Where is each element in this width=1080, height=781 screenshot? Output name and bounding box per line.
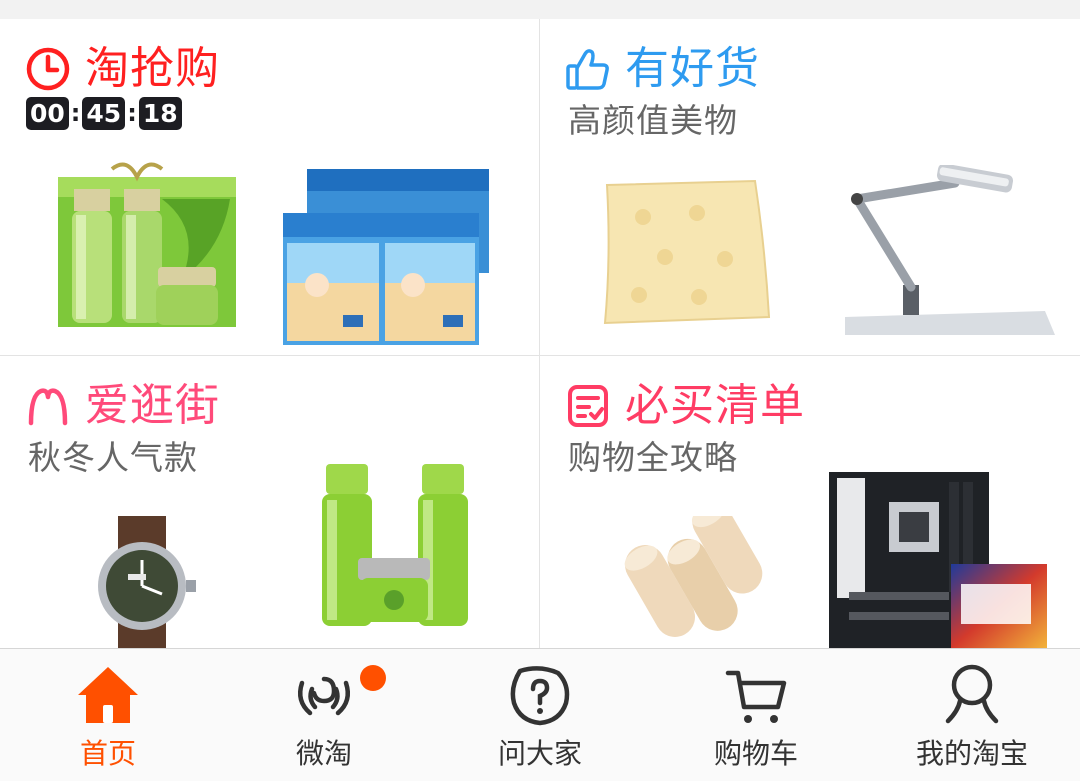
- product-image-watch[interactable]: [86, 516, 200, 648]
- tab-my-taobao[interactable]: 我的淘宝: [864, 649, 1080, 781]
- tab-my-taobao-label: 我的淘宝: [915, 737, 1028, 770]
- grid-divider-horizontal: [0, 355, 1080, 356]
- product-image-motherboard[interactable]: [829, 472, 1057, 648]
- cart-icon: [725, 670, 787, 723]
- countdown-separator: :: [70, 99, 81, 127]
- tab-cart[interactable]: 购物车: [648, 649, 864, 781]
- product-image-skincare-bottles[interactable]: [318, 464, 476, 632]
- countdown-timer: 00 : 45 : 18: [26, 97, 182, 130]
- notification-dot: [360, 665, 386, 691]
- grid-divider-vertical: [539, 19, 540, 648]
- home-icon: [78, 667, 138, 723]
- feature-grid: 淘抢购 00 : 45 : 18 有好货 高颜值美物 爱逛街 秋冬人气款 必买清…: [0, 19, 1080, 648]
- card-haohuo-subtitle: 高颜值美物: [568, 101, 738, 140]
- card-qingdan-title-row: 必买清单: [565, 380, 805, 432]
- tab-home[interactable]: 首页: [0, 649, 216, 781]
- tab-weitao-label: 微淘: [295, 737, 352, 770]
- person-icon: [945, 664, 999, 724]
- countdown-separator: :: [127, 99, 137, 127]
- tab-ask-label: 问大家: [497, 737, 582, 770]
- product-image-baby-mat[interactable]: [595, 177, 775, 327]
- broadcast-icon: [298, 676, 350, 716]
- card-qingdan-title: 必买清单: [625, 380, 805, 431]
- countdown-minutes: 45: [82, 97, 126, 130]
- countdown-seconds: 18: [138, 97, 182, 130]
- card-qiang[interactable]: 淘抢购 00 : 45 : 18: [0, 19, 539, 355]
- card-guangjie[interactable]: 爱逛街 秋冬人气款: [0, 356, 539, 648]
- card-haohuo-title-row: 有好货: [565, 43, 760, 95]
- bottom-tab-bar: 首页 微淘 问大家 购物车 我的淘宝: [0, 648, 1080, 781]
- tab-weitao[interactable]: 微淘: [216, 649, 432, 781]
- tab-cart-label: 购物车: [713, 737, 798, 770]
- card-qingdan-subtitle: 购物全攻略: [568, 438, 738, 477]
- top-strip: [0, 0, 1080, 19]
- tab-ask[interactable]: 问大家: [432, 649, 648, 781]
- checklist-icon: [568, 385, 608, 427]
- product-image-skincare-set[interactable]: [52, 159, 242, 331]
- thumbs-up-icon: [566, 49, 609, 90]
- clock-icon: [26, 47, 70, 91]
- smile-arc-icon: [28, 388, 68, 426]
- product-image-diapers[interactable]: [283, 165, 489, 351]
- product-image-desk-lamp[interactable]: [845, 165, 1055, 335]
- card-haohuo-title: 有好货: [625, 43, 760, 94]
- card-guangjie-title: 爱逛街: [85, 380, 220, 431]
- card-guangjie-subtitle: 秋冬人气款: [28, 438, 198, 477]
- card-haohuo[interactable]: 有好货 高颜值美物: [540, 19, 1080, 355]
- question-bubble-icon: [510, 666, 570, 726]
- card-guangjie-title-row: 爱逛街: [25, 380, 220, 432]
- countdown-hours: 00: [26, 97, 69, 130]
- card-qingdan[interactable]: 必买清单 购物全攻略: [540, 356, 1080, 648]
- card-qiang-title-row: 淘抢购: [25, 43, 220, 95]
- product-image-rolled-mats[interactable]: [616, 516, 776, 646]
- tab-home-label: 首页: [79, 737, 136, 770]
- card-qiang-title: 淘抢购: [85, 43, 220, 94]
